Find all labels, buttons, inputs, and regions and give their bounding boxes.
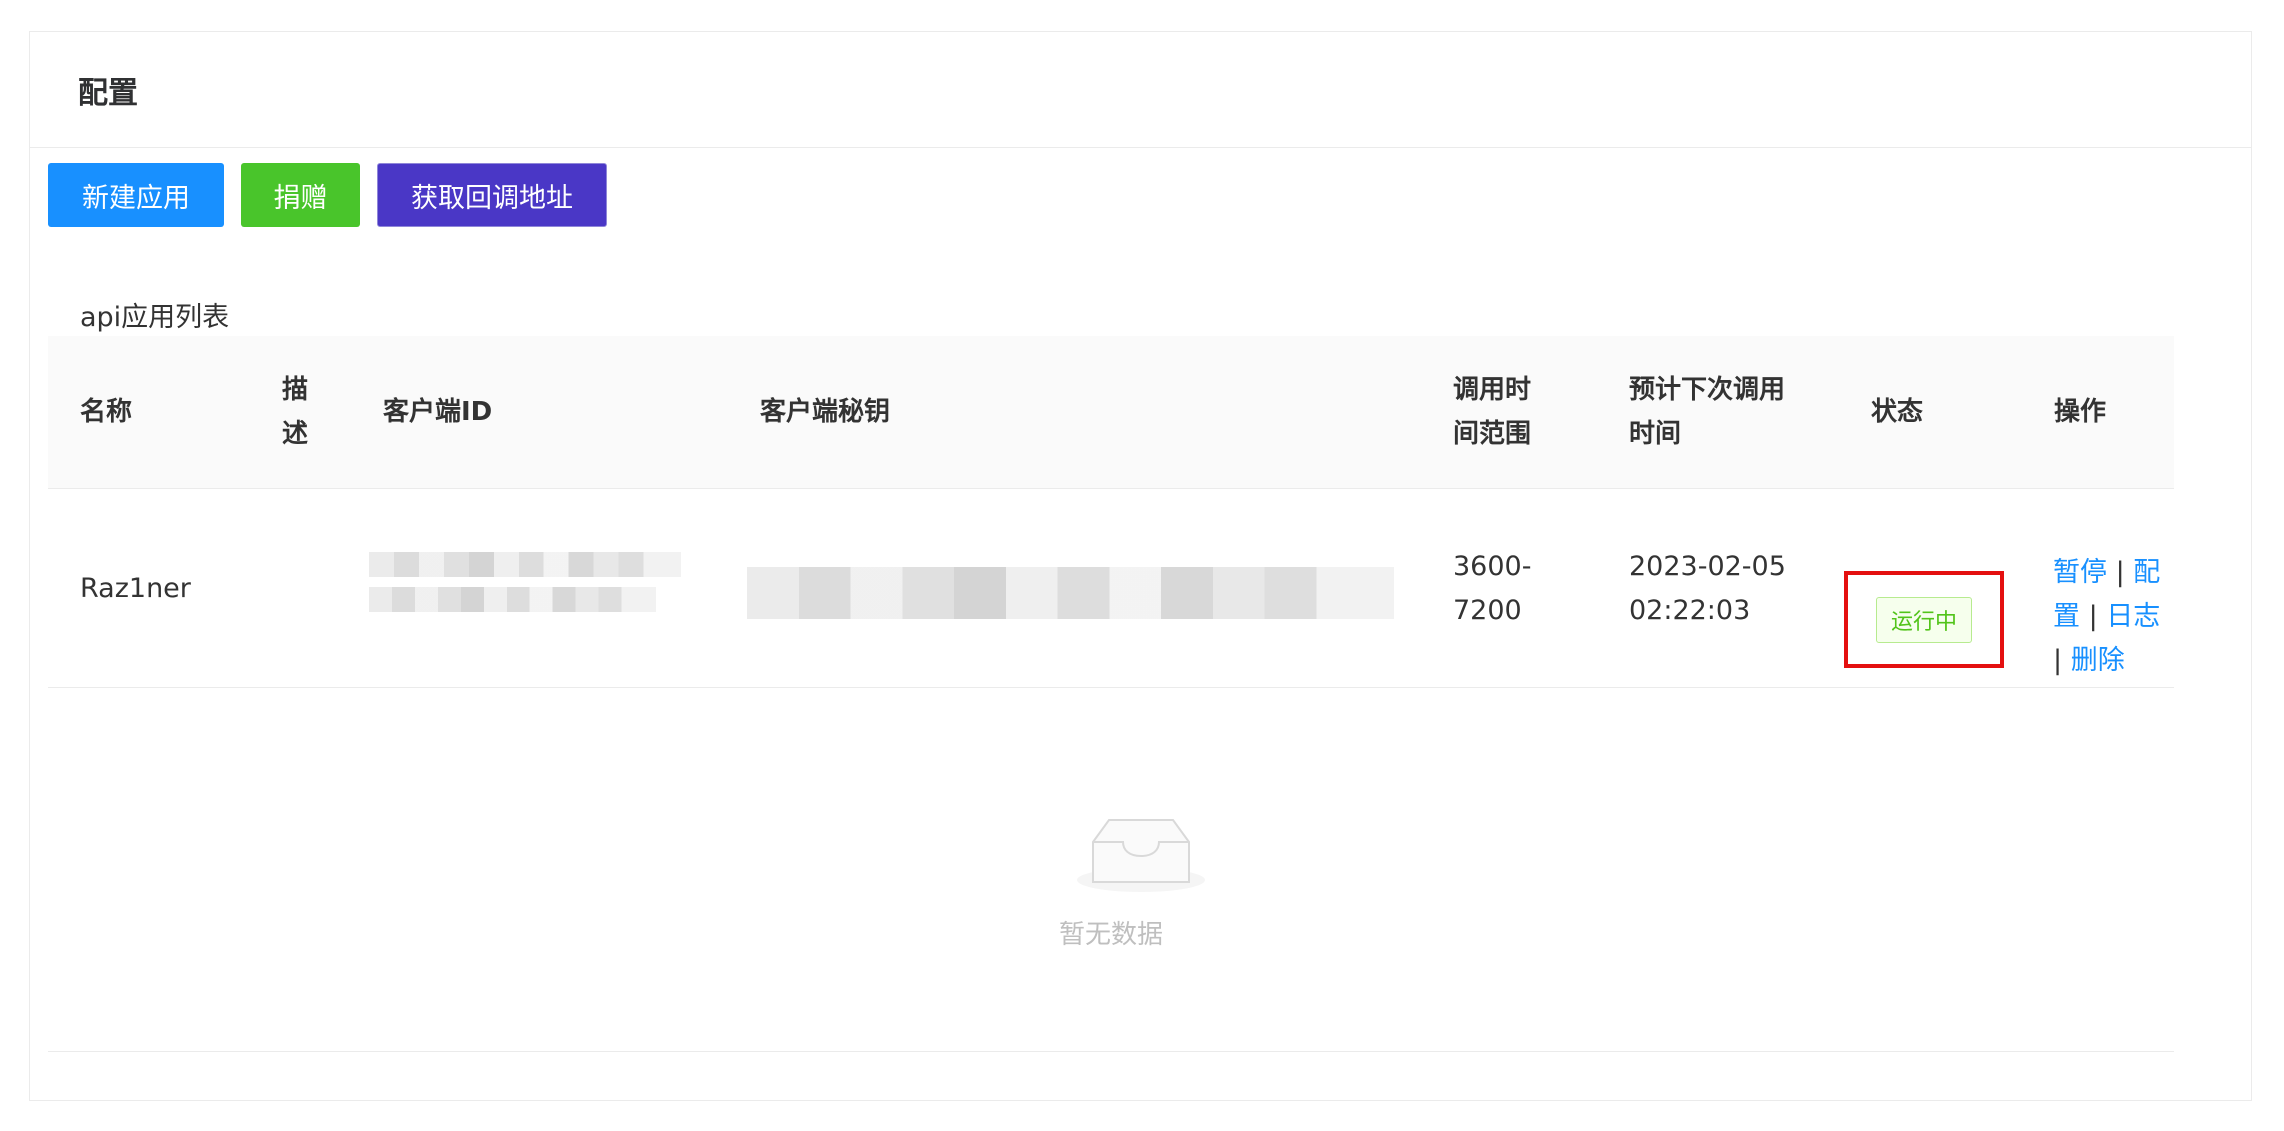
header-next-call-line2: 时间: [1629, 419, 1682, 449]
toolbar: 新建应用 捐赠 获取回调地址: [48, 163, 607, 227]
row-call-range: 3600- 7200: [1453, 545, 1531, 633]
header-client-id: 客户端ID: [383, 397, 493, 427]
empty-text: 暂无数据: [1058, 920, 1163, 950]
header-call-range-line1: 调用时: [1453, 375, 1532, 405]
header-client-secret: 客户端秘钥: [760, 397, 891, 427]
list-title: api应用列表: [80, 302, 230, 333]
client-secret-redacted-line2: [747, 594, 1394, 619]
row-next-call-line1: 2023-02-05: [1629, 551, 1786, 582]
row-call-range-line1: 3600-: [1453, 551, 1532, 582]
header-call-range-line2: 间范围: [1453, 419, 1532, 449]
status-badge: 运行中: [1875, 596, 1972, 643]
header-next-call: 预计下次调用 时间: [1629, 368, 1785, 456]
header-desc: 描 述: [282, 368, 308, 456]
row-call-range-line2: 7200: [1453, 595, 1522, 626]
ops-separator: |: [2053, 645, 2063, 676]
ops-separator: |: [2115, 557, 2125, 588]
client-id-redacted-line1: [369, 552, 681, 577]
row-ops: 暂停 | 配 置 | 日志 | 删除: [2053, 551, 2183, 683]
new-app-button[interactable]: 新建应用: [48, 163, 224, 227]
header-desc-line1: 描: [282, 375, 309, 405]
donate-button[interactable]: 捐赠: [241, 163, 360, 227]
status-highlight-box: 运行中: [1844, 571, 2004, 668]
empty-inbox-icon: [1077, 819, 1205, 892]
row-next-call: 2023-02-05 02:22:03: [1629, 545, 1786, 633]
empty-state: 暂无数据: [48, 719, 2174, 1052]
header-next-call-line1: 预计下次调用: [1629, 375, 1786, 405]
get-callback-url-button[interactable]: 获取回调地址: [377, 163, 607, 227]
client-id-redacted-line2: [369, 587, 656, 612]
ops-separator: |: [2088, 601, 2098, 632]
config-link-part2[interactable]: 置: [2053, 601, 2080, 632]
row-name: Raz1ner: [80, 573, 191, 604]
header-call-range: 调用时 间范围: [1453, 368, 1531, 456]
config-link-part1[interactable]: 配: [2133, 557, 2160, 588]
delete-link[interactable]: 删除: [2071, 645, 2125, 676]
pause-link[interactable]: 暂停: [2053, 557, 2107, 588]
card-title: 配置: [30, 32, 2251, 148]
client-secret-redacted-line1: [747, 567, 1394, 594]
row-next-call-line2: 02:22:03: [1629, 595, 1751, 626]
table-header: 名称 描 述 客户端ID 客户端秘钥 调用时 间范围 预计下次调用 时间 状态 …: [48, 336, 2174, 489]
header-desc-line2: 述: [282, 419, 309, 449]
header-ops: 操作: [2054, 397, 2107, 427]
log-link[interactable]: 日志: [2106, 601, 2160, 632]
header-name: 名称: [80, 397, 133, 427]
header-status: 状态: [1871, 397, 1924, 427]
